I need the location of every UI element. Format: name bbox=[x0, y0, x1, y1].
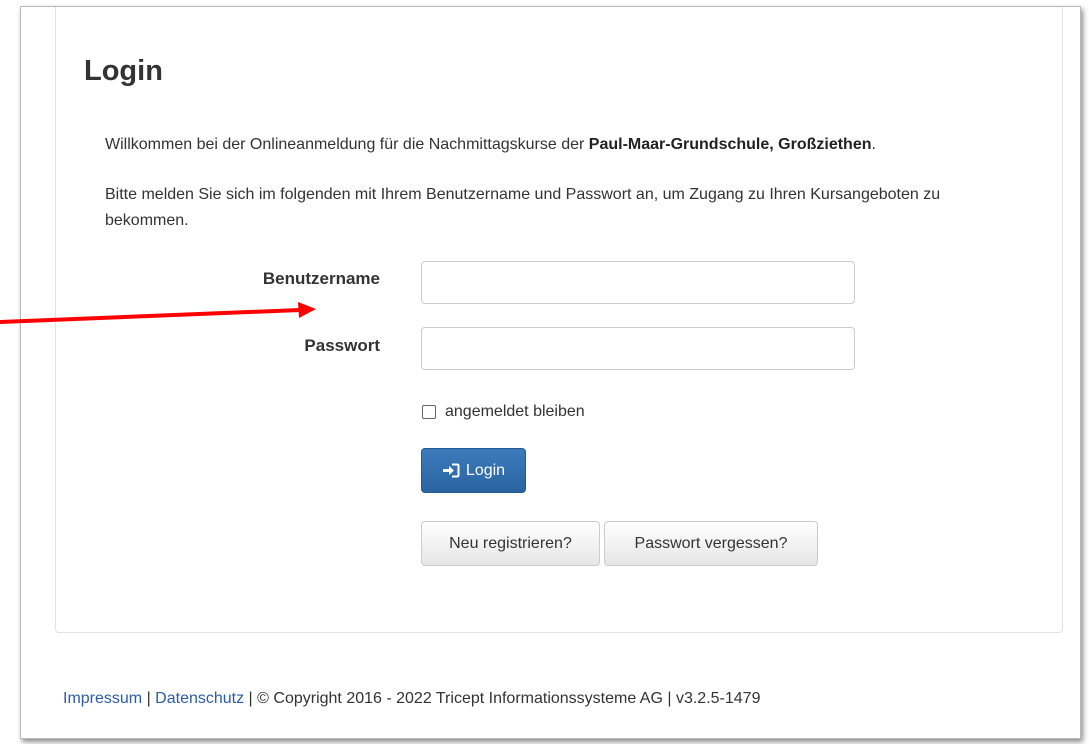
instructions-text: Bitte melden Sie sich im folgenden mit I… bbox=[105, 186, 941, 229]
copyright-text: | © Copyright 2016 - 2022 Tricept Inform… bbox=[244, 690, 761, 707]
remember-me[interactable]: angemeldet bleiben bbox=[422, 403, 585, 421]
datenschutz-link[interactable]: Datenschutz bbox=[155, 690, 244, 707]
page-title: Login bbox=[84, 55, 163, 87]
welcome-text: Willkommen bei der Onlineanmeldung für d… bbox=[105, 132, 876, 158]
sign-in-icon bbox=[442, 463, 460, 478]
remember-label: angemeldet bleiben bbox=[445, 403, 585, 420]
footer: Impressum | Datenschutz | © Copyright 20… bbox=[63, 690, 760, 708]
login-button-label: Login bbox=[465, 461, 506, 479]
welcome-prefix: Willkommen bei der Onlineanmeldung für d… bbox=[105, 136, 589, 153]
password-input[interactable] bbox=[421, 327, 855, 370]
school-name: Paul-Maar-Grundschule, Großziethen bbox=[588, 136, 872, 153]
welcome-suffix: . bbox=[871, 136, 876, 153]
username-input[interactable] bbox=[421, 261, 855, 304]
username-label: Benutzername bbox=[262, 269, 380, 288]
browser-window: Login Willkommen bei der Onlineanmeldung… bbox=[20, 6, 1081, 739]
impressum-link[interactable]: Impressum bbox=[63, 690, 142, 707]
login-panel: Login Willkommen bei der Onlineanmeldung… bbox=[55, 7, 1063, 633]
register-button[interactable]: Neu registrieren? bbox=[421, 521, 600, 566]
login-button[interactable]: Login bbox=[421, 448, 526, 493]
password-label: Passwort bbox=[304, 336, 380, 355]
footer-separator: | bbox=[142, 690, 156, 707]
remember-checkbox[interactable] bbox=[422, 405, 436, 419]
forgot-password-button[interactable]: Passwort vergessen? bbox=[604, 521, 818, 566]
